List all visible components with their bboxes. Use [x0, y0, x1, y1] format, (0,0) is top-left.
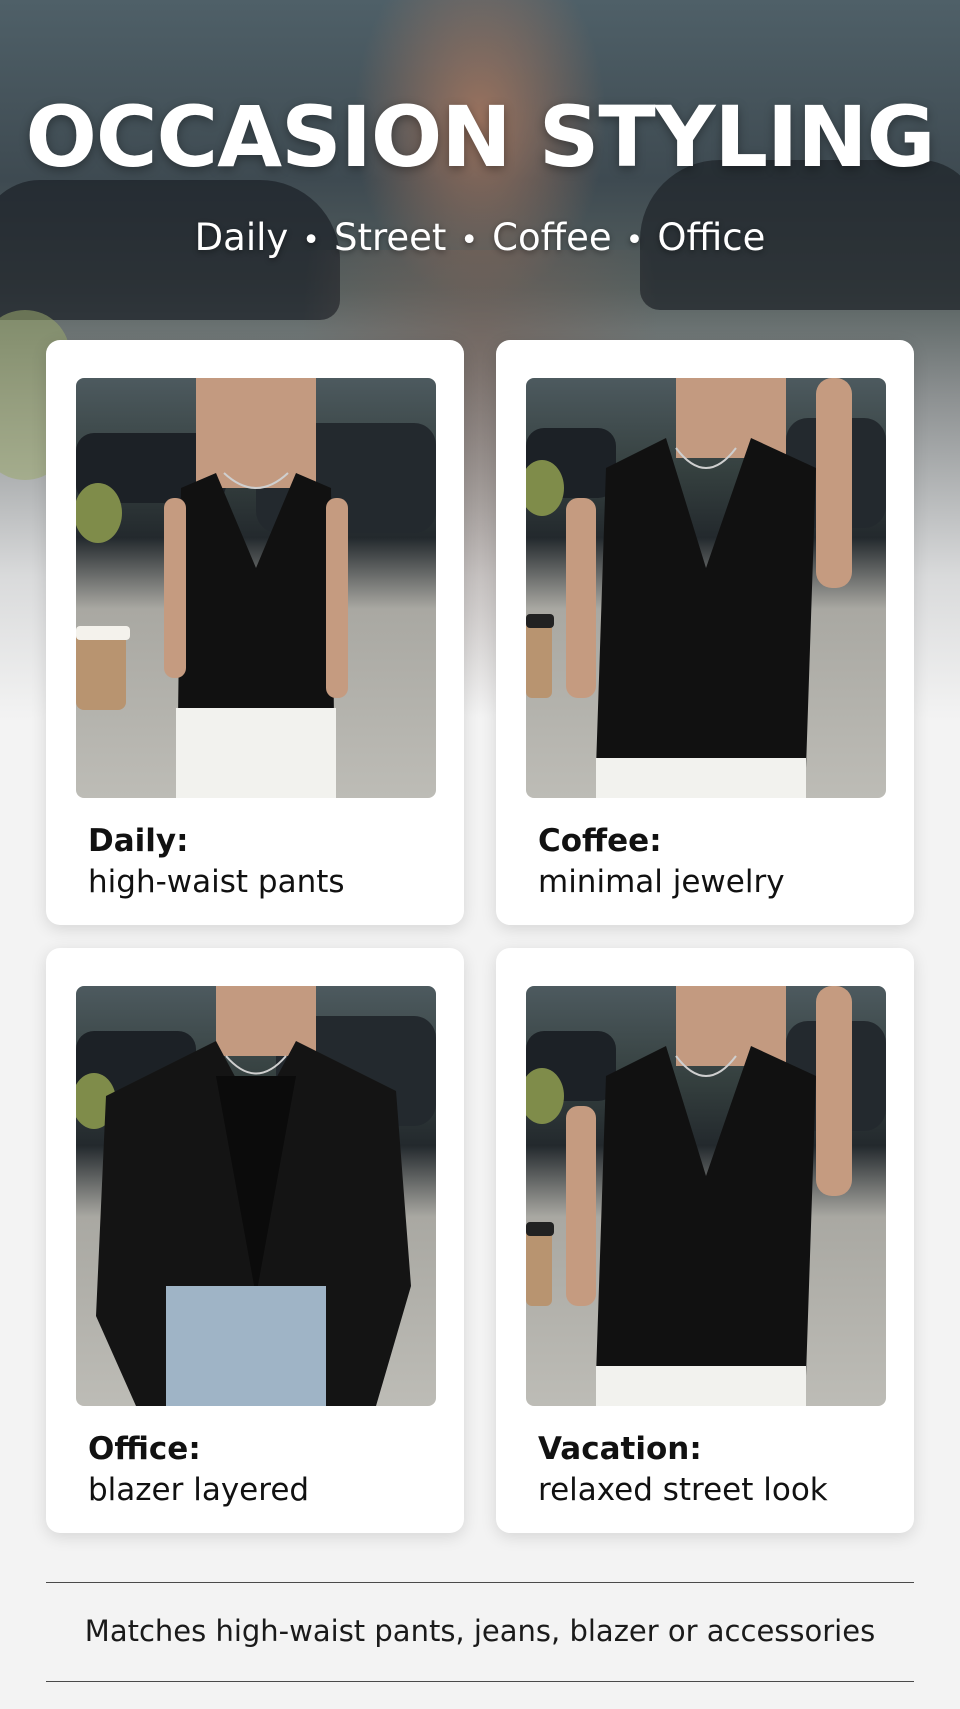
occasion-street: Street [333, 216, 447, 259]
outfit-photo-daily [76, 378, 436, 798]
separator-dot: • [302, 223, 320, 258]
footer-divider-bottom [46, 1681, 914, 1682]
outfit-photo-office [76, 986, 436, 1406]
card-title: Coffee: [538, 823, 662, 859]
card-title: Office: [88, 1431, 201, 1467]
separator-dot: • [625, 223, 644, 258]
style-card-office: Office: blazer layered [46, 948, 464, 1533]
footer-divider-top [46, 1582, 914, 1583]
card-description: blazer layered [88, 1472, 310, 1508]
card-description: high-waist pants [88, 864, 345, 900]
page-title: OCCASION STYLING [25, 88, 935, 186]
outfit-photo-coffee [526, 378, 886, 798]
card-title: Daily: [88, 823, 189, 859]
card-description: relaxed street look [538, 1472, 828, 1508]
style-card-coffee: Coffee: minimal jewelry [496, 340, 914, 925]
card-title: Vacation: [538, 1431, 702, 1467]
style-card-vacation: Vacation: relaxed street look [496, 948, 914, 1533]
style-card-daily: Daily: high-waist pants [46, 340, 464, 925]
separator-dot: • [460, 223, 479, 258]
occasion-office: Office [657, 216, 766, 259]
card-description: minimal jewelry [538, 864, 785, 900]
footer-note: Matches high-waist pants, jeans, blazer … [84, 1614, 876, 1648]
occasion-coffee: Coffee [492, 216, 612, 259]
occasion-subtitle: Daily • Street • Coffee • Office [0, 216, 960, 259]
outfit-photo-vacation [526, 986, 886, 1406]
occasion-daily: Daily [194, 216, 289, 259]
